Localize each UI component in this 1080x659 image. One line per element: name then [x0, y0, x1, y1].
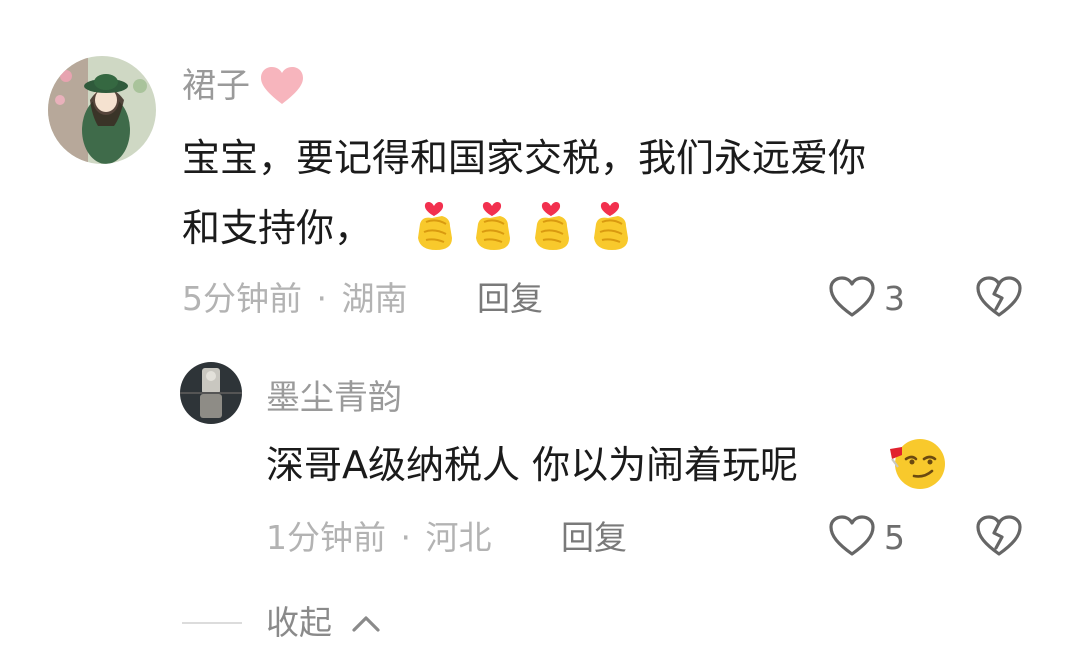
comment-text-line2: 和支持你，: [182, 206, 373, 250]
reply-button[interactable]: 回复: [561, 518, 627, 558]
collapse-button[interactable]: 收起: [266, 603, 332, 643]
meta-separator: ·: [400, 518, 412, 557]
reply-avatar[interactable]: [180, 362, 242, 424]
reply-meta: 1分钟前 · 河北: [266, 518, 492, 558]
comment-time: 5分钟前: [182, 279, 302, 318]
dislike-broken-heart-icon[interactable]: [975, 275, 1023, 319]
reply-avatar-image: [180, 362, 242, 424]
reply-text: 深哥A级纳税人 你以为闹着玩呢: [266, 443, 799, 487]
reply-username[interactable]: 墨尘青韵: [266, 378, 402, 418]
chevron-up-icon[interactable]: [349, 610, 383, 636]
comment-location: 湖南: [341, 279, 408, 318]
finger-heart-emoji-icon: [529, 194, 575, 252]
collapse-divider: [182, 622, 242, 624]
like-count: 5: [884, 518, 905, 557]
smirk-emoji-icon: [888, 437, 948, 491]
comment-text-line1: 宝宝，要记得和国家交税，我们永远爱你: [182, 136, 867, 180]
reply-time: 1分钟前: [266, 518, 386, 557]
like-count: 3: [884, 279, 905, 318]
meta-separator: ·: [316, 279, 328, 318]
finger-heart-emoji-icon: [412, 194, 458, 252]
like-heart-icon[interactable]: [828, 275, 876, 319]
comment-meta: 5分钟前 · 湖南: [182, 279, 408, 319]
finger-heart-emoji-icon: [470, 194, 516, 252]
reply-location: 河北: [425, 518, 492, 557]
collapse-label: 收起: [266, 603, 332, 642]
avatar[interactable]: [48, 56, 156, 164]
avatar-image: [48, 56, 156, 164]
heart-badge-icon: [259, 66, 305, 106]
dislike-broken-heart-icon[interactable]: [975, 514, 1023, 558]
comment-username[interactable]: 裙子: [182, 66, 250, 106]
reply-button[interactable]: 回复: [477, 279, 543, 319]
finger-heart-emoji-icon: [588, 194, 634, 252]
like-heart-icon[interactable]: [828, 514, 876, 558]
